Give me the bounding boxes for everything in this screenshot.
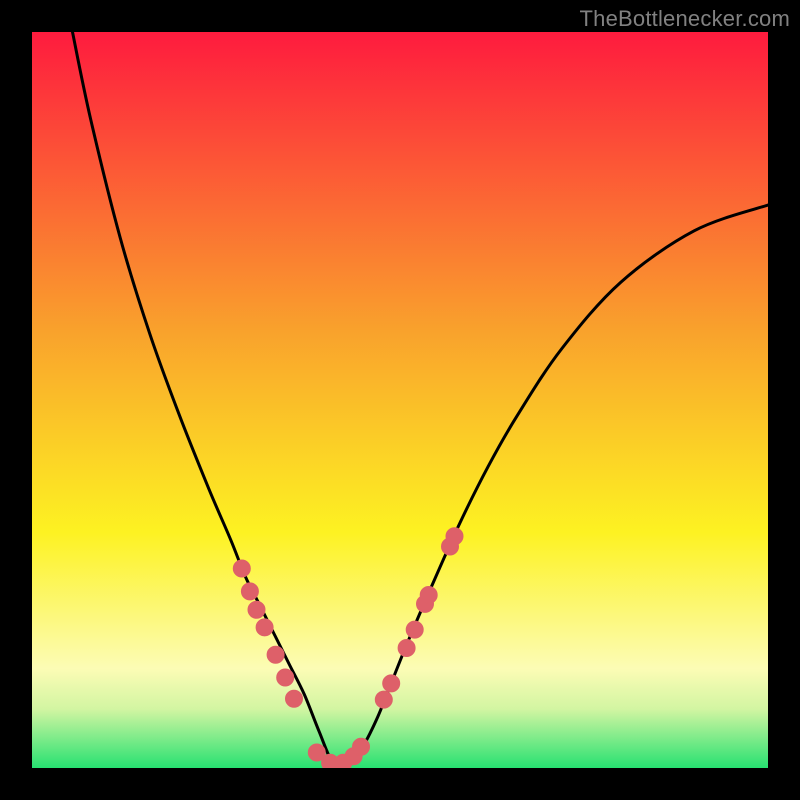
data-marker [398, 640, 415, 657]
chart-frame [32, 32, 768, 768]
data-marker [353, 738, 370, 755]
attribution-label: TheBottlenecker.com [580, 6, 790, 32]
data-marker [248, 601, 265, 618]
bottleneck-chart [32, 32, 768, 768]
data-marker [241, 583, 258, 600]
data-marker [406, 621, 423, 638]
data-marker [286, 690, 303, 707]
data-marker [277, 669, 294, 686]
data-marker [383, 675, 400, 692]
data-marker [446, 528, 463, 545]
data-marker [267, 646, 284, 663]
data-marker [256, 619, 273, 636]
data-marker [420, 587, 437, 604]
data-marker [375, 691, 392, 708]
data-marker [233, 560, 250, 577]
